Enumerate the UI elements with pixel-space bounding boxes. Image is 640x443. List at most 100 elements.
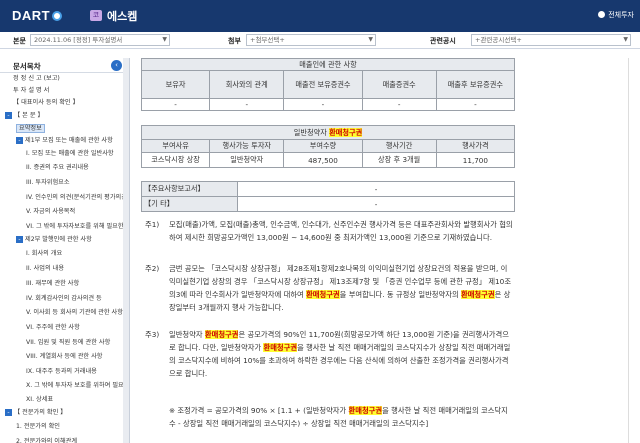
- sidebar-item[interactable]: 1. 전문가의 확인: [16, 421, 124, 432]
- sidebar-item-label: VIII. 계열회사 등에 관한 사항: [26, 353, 103, 360]
- sidebar-item[interactable]: I. 모집 또는 매출에 관한 일반사항: [26, 148, 124, 159]
- table-cell: 11,700: [435, 152, 516, 168]
- sidebar-item[interactable]: VIII. 계열회사 등에 관한 사항: [26, 351, 124, 362]
- toc-header: 문서목차 ‹: [0, 58, 129, 73]
- sidebar-item[interactable]: - 【 전문가의 확인 】: [5, 407, 124, 418]
- sidebar-item[interactable]: VI. 그 밖에 투자자보호를 위해 필요한 사항: [26, 221, 124, 232]
- chevron-down-icon: ▼: [623, 36, 628, 43]
- sidebar-item[interactable]: VI. 주주에 관한 사항: [26, 322, 124, 333]
- sidebar-item[interactable]: - 제2부 발행인에 관한 사항: [16, 234, 124, 245]
- sidebar-item[interactable]: 2. 전문가와의 이해관계: [16, 436, 124, 443]
- sidebar-item-label: 제1부 모집 또는 매출에 관한 사항: [25, 137, 113, 144]
- collapse-node-icon[interactable]: -: [5, 409, 12, 416]
- company-name: 에스켐: [107, 11, 138, 23]
- sidebar-item-label: 2. 전문가와의 이해관계: [16, 438, 78, 443]
- collapse-node-icon[interactable]: -: [16, 236, 23, 243]
- logo-mark-icon: [52, 11, 63, 21]
- sidebar-item-label: II. 증권의 주요 권리내용: [26, 164, 89, 171]
- footnote-key: 주3): [145, 330, 160, 339]
- collapse-sidebar-icon[interactable]: ‹: [111, 60, 122, 71]
- sidebar-item[interactable]: - 【 본 문 】: [5, 110, 124, 121]
- table-cell: -: [237, 181, 515, 197]
- sidebar-item[interactable]: V. 이사회 등 회사의 기관에 관한 사항: [26, 307, 124, 318]
- sidebar-item-label: IV. 인수인의 의견(분석기관의 평가의견): [26, 194, 124, 201]
- corp-type-badge: 코: [90, 10, 102, 21]
- page-border: [628, 58, 629, 443]
- table-cell: -: [283, 98, 363, 111]
- related-select[interactable]: +관련공시선택+ ▼: [471, 34, 631, 46]
- footnote-key: 주2): [145, 264, 160, 273]
- sidebar-item[interactable]: I. 회사의 개요: [26, 248, 124, 259]
- sidebar-item-label: IX. 대주주 등과의 거래내용: [26, 368, 97, 375]
- table-header: 부여사유: [140, 139, 211, 153]
- sidebar-item-label: I. 모집 또는 매출에 관한 일반사항: [26, 150, 114, 157]
- adjusted-price-formula: ※ 조정가격 = 공모가격의 90% × [1.1 + (일반청약자가 환매청구…: [145, 404, 519, 443]
- sidebar-item[interactable]: 정 정 신 고 (보고): [13, 73, 124, 84]
- table-cell: 487,500: [283, 152, 363, 168]
- report-select[interactable]: 2024.11.06 [정정] 투자설명서 ▼: [30, 34, 170, 46]
- sidebar-item-label: 1. 전문가의 확인: [16, 423, 60, 430]
- sidebar-item[interactable]: 요약정보: [16, 123, 124, 134]
- table-cell: -: [361, 98, 437, 111]
- sidebar-item-label: III. 투자위험요소: [26, 179, 70, 186]
- table-cell: -: [237, 196, 515, 212]
- sidebar-item[interactable]: II. 증권의 주요 권리내용: [26, 162, 124, 173]
- sidebar-item[interactable]: III. 투자위험요소: [26, 177, 124, 188]
- sidebar-item[interactable]: IV. 회계감사인의 감사의견 등: [26, 293, 124, 304]
- sidebar-item[interactable]: X. 그 밖에 투자자 보호를 위하여 필요한 사항: [26, 380, 124, 391]
- chevron-down-icon: ▼: [162, 36, 167, 43]
- table-cell: 코스닥시장 상장: [140, 152, 211, 168]
- sidebar-item-label: 요약정보: [16, 124, 45, 133]
- sidebar-item-label: X. 그 밖에 투자자 보호를 위하여 필요한 사항: [26, 382, 124, 389]
- toc-title: 문서목차: [13, 62, 41, 71]
- sidebar-item-label: I. 회사의 개요: [26, 250, 63, 257]
- sidebar-item-label: III. 재무에 관한 사항: [26, 280, 80, 287]
- table-header: 보유자: [140, 70, 211, 99]
- sidebar-item[interactable]: VII. 임원 및 직원 등에 관한 사항: [26, 337, 124, 348]
- sidebar-scrollbar[interactable]: [123, 58, 129, 443]
- attach-label: 첨부: [228, 37, 241, 45]
- chevron-down-icon: ▼: [368, 36, 373, 43]
- toc-sidebar: 문서목차 ‹ 정 정 신 고 (보고) 투 자 설 명 서 【 대표이사 등의 확인…: [0, 58, 130, 443]
- table-header: 행사가능 투자자: [209, 139, 285, 153]
- top-bar: DART 코 에스켐 전체투자: [0, 0, 640, 32]
- filter-bar: 본문 2024.11.06 [정정] 투자설명서 ▼ 첨부 +첨부선택+ ▼ 관련공…: [0, 32, 640, 49]
- sidebar-item-label: 정 정 신 고 (보고): [13, 75, 60, 82]
- sidebar-item[interactable]: - 제1부 모집 또는 매출에 관한 사항: [16, 135, 124, 146]
- formula-text: ※ 조정가격 = 공모가격의 90% × [1.1 + (일반청약자가 환매청구…: [169, 406, 508, 428]
- collapse-node-icon[interactable]: -: [5, 112, 12, 119]
- sidebar-item[interactable]: V. 자금의 사용목적: [26, 206, 124, 217]
- sidebar-item[interactable]: IV. 인수인의 의견(분석기관의 평가의견): [26, 192, 124, 203]
- table-header: 행사가격: [435, 139, 516, 153]
- sidebar-item[interactable]: 투 자 설 명 서: [13, 85, 124, 96]
- related-label: 관련공시: [430, 37, 456, 45]
- toc-tree: 정 정 신 고 (보고) 투 자 설 명 서 【 대표이사 등의 확인 】 - 【 본 …: [0, 73, 130, 443]
- attach-select[interactable]: +첨부선택+ ▼: [246, 34, 376, 46]
- dart-logo[interactable]: DART: [12, 8, 63, 23]
- search-radio-icon[interactable]: [598, 11, 606, 18]
- collapse-node-icon[interactable]: -: [16, 137, 23, 144]
- footnote-3: 주3) 일반청약자 환매청구권은 공모가격의 90%인 11,700원(희망공모…: [145, 328, 519, 394]
- sidebar-item-label: 제2부 발행인에 관한 사항: [25, 236, 92, 243]
- table-cell: 상장 후 3개월: [361, 152, 437, 168]
- sidebar-item-label: VI. 그 밖에 투자자보호를 위해 필요한 사항: [26, 223, 124, 230]
- seller-table-title: 매출인에 관한 사항: [141, 58, 515, 71]
- footnote-text: 모집(매출)가액, 모집(매출)총액, 인수금액, 인수대가, 신주인수권 행사…: [169, 220, 513, 242]
- sidebar-item-label: IV. 회계감사인의 감사의견 등: [26, 295, 102, 302]
- sidebar-item-label: 【 본 문 】: [14, 112, 44, 119]
- sidebar-item[interactable]: XI. 상세표: [26, 394, 124, 405]
- report-label: 본문: [13, 37, 26, 45]
- sidebar-item[interactable]: IX. 대주주 등과의 거래내용: [26, 366, 124, 377]
- sidebar-item[interactable]: 【 대표이사 등의 확인 】: [13, 97, 124, 108]
- sidebar-item-label: 투 자 설 명 서: [13, 87, 50, 94]
- table-cell: -: [209, 98, 285, 111]
- sidebar-item[interactable]: III. 재무에 관한 사항: [26, 278, 124, 289]
- seller-table: 매출인에 관한 사항 보유자 회사와의 관계 매출전 보유증권수 매출증권수 매…: [140, 58, 516, 111]
- all-search-link[interactable]: 전체투자: [598, 10, 634, 20]
- sidebar-item-label: II. 사업의 내용: [26, 265, 65, 272]
- table-header: 【주요사항보고서】: [141, 181, 238, 197]
- sidebar-item[interactable]: II. 사업의 내용: [26, 263, 124, 274]
- table-header: 회사와의 관계: [209, 70, 285, 99]
- putback-table-title: 일반청약자 환매청구권: [141, 125, 515, 140]
- table-header: 행사기간: [361, 139, 437, 153]
